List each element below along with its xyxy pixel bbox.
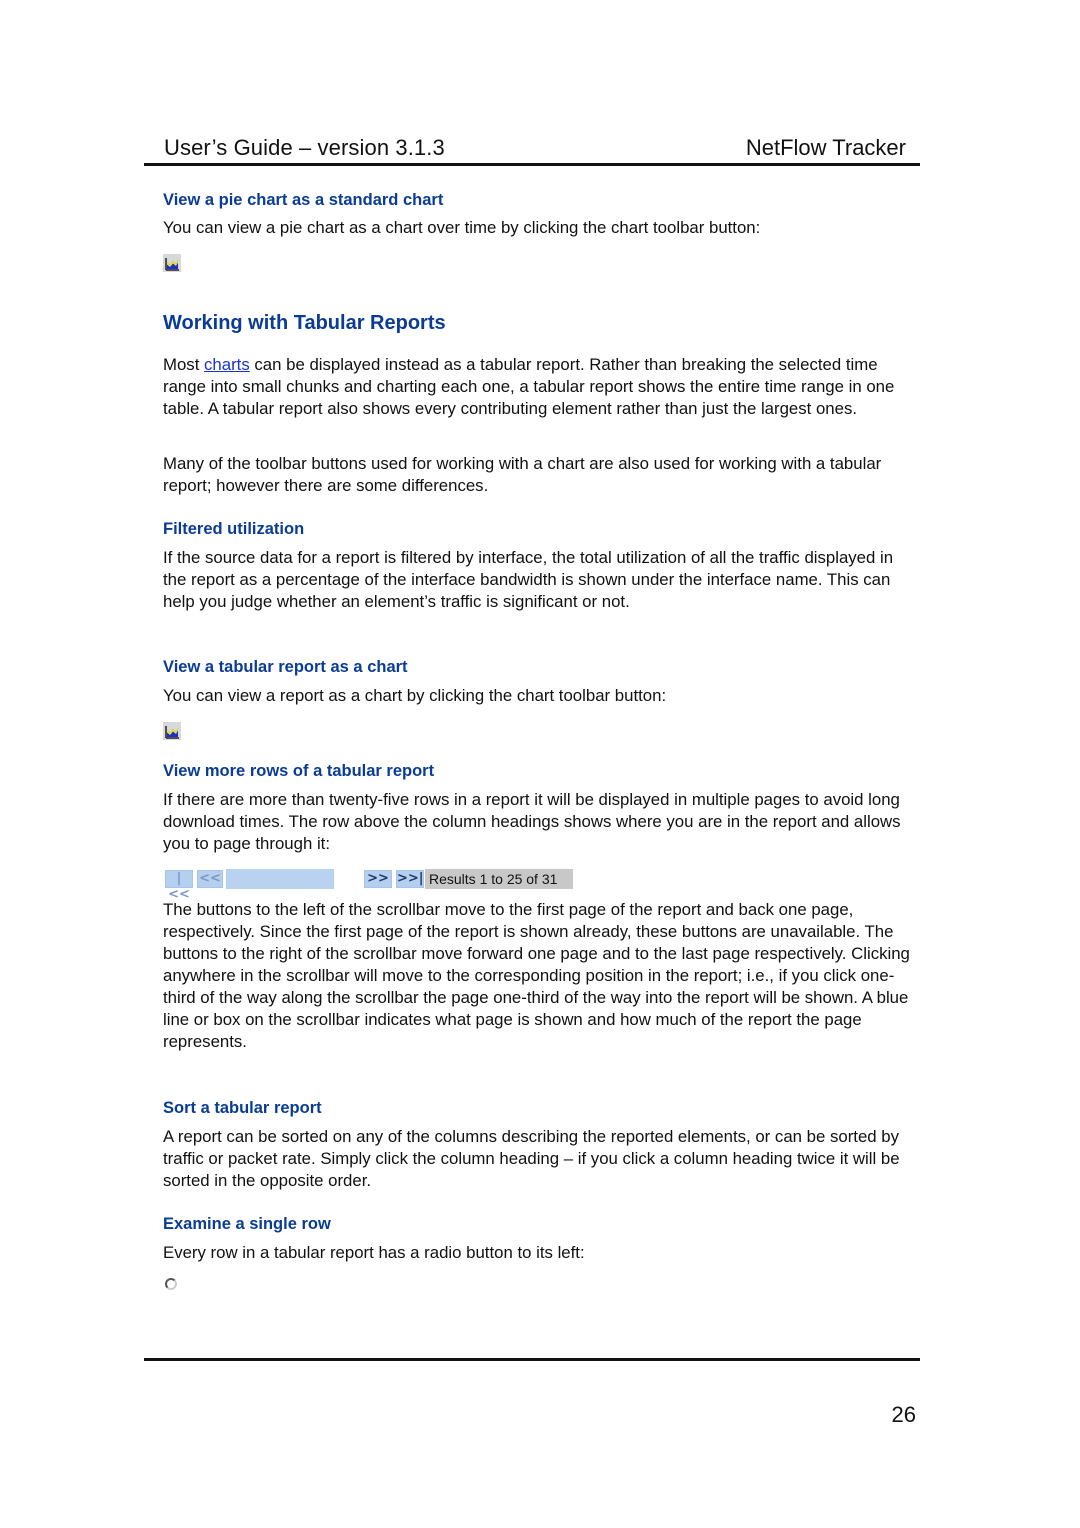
section-heading-filtered-utilization: Filtered utilization	[163, 520, 305, 538]
filtered-utilization-text: If the source data for a report is filte…	[163, 548, 894, 611]
product-name: NetFlow Tracker	[745, 135, 906, 160]
last-page-button[interactable]: >>|	[396, 870, 424, 888]
first-page-button[interactable]: |<<	[165, 870, 193, 902]
pagination-bar: |<< << >> >>| Results 1 to 25 of 31	[163, 869, 583, 902]
section-heading-single-row: Examine a single row	[163, 1215, 331, 1233]
tabular-intro-text: Most	[163, 355, 205, 374]
section-heading-pie-as-chart: View a pie chart as a standard chart	[163, 191, 444, 209]
section-heading-more-rows: View more rows of a tabular report	[163, 762, 435, 780]
page-header: User’s Guide – version 3.1.3 NetFlow Tra…	[144, 133, 920, 166]
sort-text: A report can be sorted on any of the col…	[163, 1127, 900, 1190]
footer-divider	[144, 1358, 920, 1361]
more-rows-text: If there are more than twenty-five rows …	[163, 790, 901, 853]
chart-toolbar-icon[interactable]	[163, 254, 181, 272]
charts-link[interactable]: charts	[204, 355, 250, 374]
row-radio-button[interactable]	[165, 1278, 177, 1290]
page-scrollbar[interactable]	[226, 869, 334, 889]
tabular-intro-paragraph: Most charts can be displayed instead as …	[163, 354, 913, 420]
next-page-button[interactable]: >>	[364, 870, 392, 888]
pie-as-chart-text: You can view a pie chart as a chart over…	[163, 218, 761, 237]
single-row-text: Every row in a tabular report has a radi…	[163, 1243, 585, 1262]
previous-page-button[interactable]: <<	[197, 870, 223, 888]
page-number: 26	[891, 1402, 916, 1427]
document-page: User’s Guide – version 3.1.3 NetFlow Tra…	[0, 0, 1080, 1528]
pager-explanation-text: The buttons to the left of the scrollbar…	[163, 900, 910, 1051]
results-count: Results 1 to 25 of 31	[425, 869, 573, 889]
tabular-intro-text-cont: can be displayed instead as a tabular re…	[163, 355, 895, 418]
section-title-tabular-reports: Working with Tabular Reports	[163, 312, 446, 334]
section-heading-report-as-chart: View a tabular report as a chart	[163, 658, 408, 676]
tabular-toolbar-paragraph: Many of the toolbar buttons used for wor…	[163, 454, 882, 495]
guide-title: User’s Guide – version 3.1.3	[164, 135, 445, 160]
section-heading-sort: Sort a tabular report	[163, 1099, 322, 1117]
report-as-chart-text: You can view a report as a chart by clic…	[163, 686, 667, 705]
chart-toolbar-icon[interactable]	[163, 722, 181, 740]
